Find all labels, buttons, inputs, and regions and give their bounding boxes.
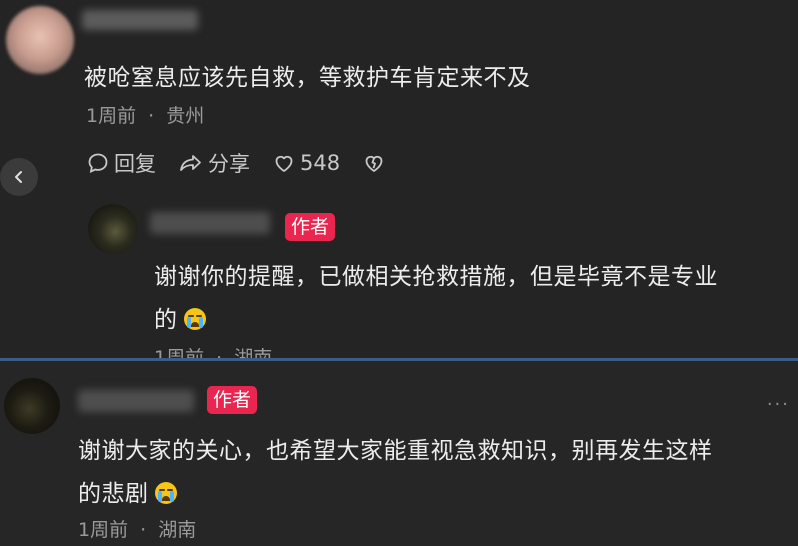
author-avatar[interactable] (88, 204, 138, 254)
author-avatar[interactable] (4, 378, 60, 434)
comment-text-line2: 的悲剧 (78, 474, 177, 508)
comment-location: 贵州 (166, 105, 205, 127)
share-icon (180, 155, 201, 171)
dislike-button[interactable] (362, 151, 390, 175)
comment-location: 湖南 (158, 519, 197, 541)
meta-separator: · (140, 519, 147, 541)
share-label: 分享 (208, 152, 250, 176)
comment-actions: 回复 分享 548 (86, 148, 412, 178)
comment-thread-top: 被呛窒息应该先自救，等救护车肯定来不及 1周前 · 贵州 回复 分享 548 作… (0, 0, 798, 360)
back-button[interactable] (0, 158, 38, 196)
reply-text-end: 的 (154, 307, 178, 333)
comment-meta: 1周前 · 湖南 (78, 515, 196, 542)
comment-icon (88, 153, 108, 174)
comment-text-end: 的悲剧 (78, 481, 149, 507)
share-button[interactable]: 分享 (178, 148, 250, 178)
reply-button[interactable]: 回复 (86, 148, 156, 178)
screenshot-divider (0, 358, 798, 361)
like-button[interactable]: 548 (272, 151, 340, 175)
dislike-heart-icon (365, 155, 383, 172)
comment-meta: 1周前 · 贵州 (86, 101, 204, 128)
reply-label: 回复 (114, 152, 156, 176)
heart-icon (275, 155, 293, 172)
more-icon[interactable]: ··· (767, 394, 790, 415)
comment-time: 1周前 (78, 519, 129, 541)
crying-emoji-icon (183, 308, 206, 330)
like-count: 548 (300, 151, 341, 175)
reply-text-line1: 谢谢你的提醒，已做相关抢救措施，但是毕竟不是专业 (154, 264, 718, 290)
crying-emoji-icon (154, 482, 177, 504)
avatar[interactable] (6, 6, 74, 74)
blurred-username[interactable] (78, 390, 194, 412)
comment-time: 1周前 (86, 105, 137, 127)
blurred-username[interactable] (150, 212, 270, 234)
meta-separator: · (148, 105, 155, 127)
reply-text-line2: 的 (154, 300, 206, 334)
author-badge: 作者 (285, 213, 336, 241)
chevron-left-icon (15, 171, 22, 183)
comment-text-line1: 谢谢大家的关心，也希望大家能重视急救知识，别再发生这样 (78, 438, 713, 464)
blurred-username[interactable] (82, 10, 198, 30)
comment-thread-bottom: 作者 ··· 谢谢大家的关心，也希望大家能重视急救知识，别再发生这样 的悲剧 1… (0, 362, 798, 546)
comment-text: 被呛窒息应该先自救，等救护车肯定来不及 (84, 65, 531, 91)
author-badge: 作者 (207, 386, 258, 414)
